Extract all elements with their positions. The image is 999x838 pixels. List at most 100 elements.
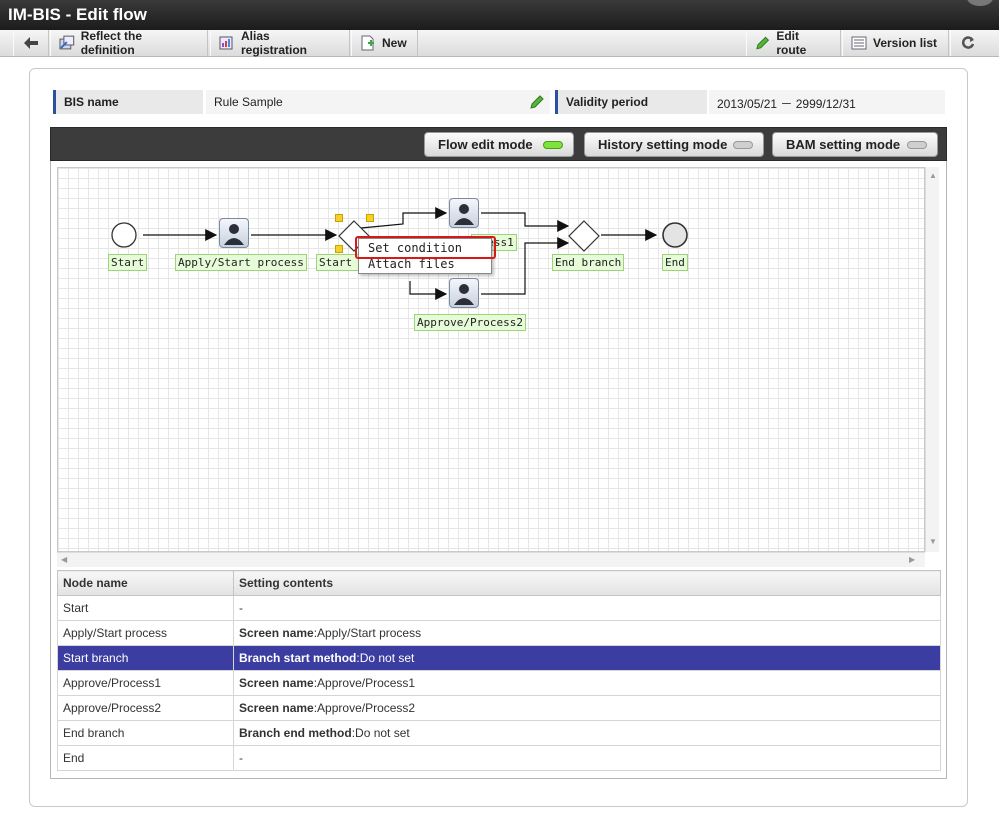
setting-contents-cell: Screen name:Apply/Start process [233, 620, 941, 646]
node-settings-table: Node name Setting contents Start - Apply… [57, 570, 941, 771]
node-name-cell: Start [57, 595, 234, 621]
context-menu-attach-files[interactable]: Attach files [368, 257, 455, 273]
mode-bar: Flow edit mode History setting mode BAM … [50, 127, 947, 161]
flow-edit-mode-button[interactable]: Flow edit mode [424, 132, 574, 157]
setting-key: Screen name [239, 701, 314, 715]
node-name-cell: Approve/Process1 [57, 670, 234, 696]
reflect-definition-icon [59, 35, 75, 50]
refresh-icon [961, 36, 975, 49]
alias-registration-icon [219, 36, 233, 50]
setting-value: :Approve/Process2 [313, 701, 416, 715]
flow-edit-mode-label: Flow edit mode [438, 137, 533, 152]
bis-info-bar: BIS name Rule Sample Validity period 201… [53, 90, 945, 114]
person-icon [454, 204, 474, 225]
end-branch-node-label[interactable]: End branch [552, 254, 625, 271]
setting-contents-cell: - [233, 595, 941, 621]
table-row-selected[interactable]: Start branch Branch start method:Do not … [57, 645, 941, 671]
horizontal-scrollbar[interactable]: ◀ ▶ [57, 552, 925, 567]
selection-handle[interactable] [366, 214, 374, 222]
setting-contents-cell: Branch start method:Do not set [233, 645, 941, 671]
edit-route-button[interactable]: Edit route [746, 29, 841, 57]
setting-value: :Apply/Start process [313, 626, 422, 640]
setting-contents-cell: - [233, 745, 941, 771]
node-name-cell: Approve/Process2 [57, 695, 234, 721]
selection-handle[interactable] [335, 214, 343, 222]
column-header-setting-contents[interactable]: Setting contents [233, 570, 941, 596]
approve-process2-node-label[interactable]: Approve/Process2 [414, 314, 526, 331]
flow-canvas[interactable]: Start Apply/Start process Start b ocess1… [57, 167, 925, 552]
back-arrow-icon [24, 37, 38, 49]
setting-key: Screen name [239, 676, 314, 690]
setting-contents-cell: Branch end method:Do not set [233, 720, 941, 746]
start-node-icon[interactable] [110, 221, 138, 249]
node-name-cell: Apply/Start process [57, 620, 234, 646]
end-node-label[interactable]: End [662, 254, 688, 271]
pencil-icon [530, 95, 544, 109]
node-name-cell: End branch [57, 720, 234, 746]
person-icon [454, 284, 474, 305]
scroll-right-icon[interactable]: ▶ [909, 555, 915, 564]
history-setting-mode-label: History setting mode [598, 137, 728, 152]
setting-value: :Do not set [351, 726, 410, 740]
setting-contents-cell: Screen name:Approve/Process2 [233, 695, 941, 721]
new-button[interactable]: New [351, 30, 418, 56]
refresh-button[interactable] [950, 30, 986, 56]
new-document-icon [361, 35, 374, 51]
setting-contents-cell: Screen name:Approve/Process1 [233, 670, 941, 696]
node-name-cell: End [57, 745, 234, 771]
bis-name-value: Rule Sample [206, 90, 550, 114]
new-label: New [382, 36, 407, 50]
window-titlebar: IM-BIS - Edit flow [0, 0, 999, 30]
window-title: IM-BIS - Edit flow [8, 5, 147, 24]
end-node-icon[interactable] [661, 221, 689, 249]
flow-connectors [143, 207, 658, 300]
edit-bis-name-button[interactable] [529, 94, 545, 113]
selection-handle[interactable] [335, 245, 343, 253]
apply-process-node[interactable] [219, 218, 249, 248]
setting-value: - [239, 601, 243, 615]
setting-value: - [239, 751, 243, 765]
bis-name-label: BIS name [53, 90, 203, 114]
scroll-up-icon[interactable]: ▲ [929, 171, 937, 180]
inactive-indicator-icon [907, 141, 927, 149]
reflect-definition-button[interactable]: Reflect the definition [50, 29, 208, 57]
highlight-box [355, 236, 496, 259]
history-setting-mode-button[interactable]: History setting mode [584, 132, 764, 157]
alias-registration-button[interactable]: Alias registration [210, 29, 350, 57]
setting-key: Branch end method [239, 726, 352, 740]
approve-process1-node[interactable] [449, 198, 479, 228]
bam-setting-mode-button[interactable]: BAM setting mode [772, 132, 938, 157]
setting-value: :Do not set [356, 651, 415, 665]
validity-period-label: Validity period [555, 90, 707, 114]
node-name-cell: Start branch [57, 645, 234, 671]
end-branch-diamond-icon[interactable] [567, 219, 601, 253]
bam-setting-mode-label: BAM setting mode [786, 137, 901, 152]
start-node-label[interactable]: Start [108, 254, 148, 271]
setting-key: Screen name [239, 626, 314, 640]
back-button[interactable] [13, 30, 49, 56]
approve-process2-node[interactable] [449, 278, 479, 308]
column-header-node-name[interactable]: Node name [57, 570, 234, 596]
scroll-left-icon[interactable]: ◀ [61, 555, 67, 564]
apply-process-node-label[interactable]: Apply/Start process [175, 254, 307, 271]
validity-period-value: 2013/05/21 － 2999/12/31 [709, 90, 945, 114]
table-header-row: Node name Setting contents [57, 570, 941, 596]
version-list-label: Version list [873, 36, 938, 50]
setting-key: Branch start method [239, 651, 357, 665]
table-row[interactable]: Approve/Process1 Screen name:Approve/Pro… [57, 670, 941, 696]
person-icon [224, 224, 244, 245]
vertical-scrollbar[interactable]: ▲ ▼ [925, 167, 939, 552]
reflect-definition-label: Reflect the definition [80, 29, 143, 57]
table-row[interactable]: End - [57, 745, 941, 771]
scroll-down-icon[interactable]: ▼ [929, 537, 937, 546]
version-list-icon [851, 36, 867, 50]
window-corner-decoration [967, 0, 993, 6]
table-row[interactable]: End branch Branch end method:Do not set [57, 720, 941, 746]
toolbar: Reflect the definition Alias registratio… [0, 29, 999, 57]
active-indicator-icon [543, 141, 563, 149]
table-row[interactable]: Start - [57, 595, 941, 621]
table-row[interactable]: Approve/Process2 Screen name:Approve/Pro… [57, 695, 941, 721]
table-row[interactable]: Apply/Start process Screen name:Apply/St… [57, 620, 941, 646]
version-list-button[interactable]: Version list [842, 30, 949, 56]
pencil-icon [756, 36, 770, 50]
